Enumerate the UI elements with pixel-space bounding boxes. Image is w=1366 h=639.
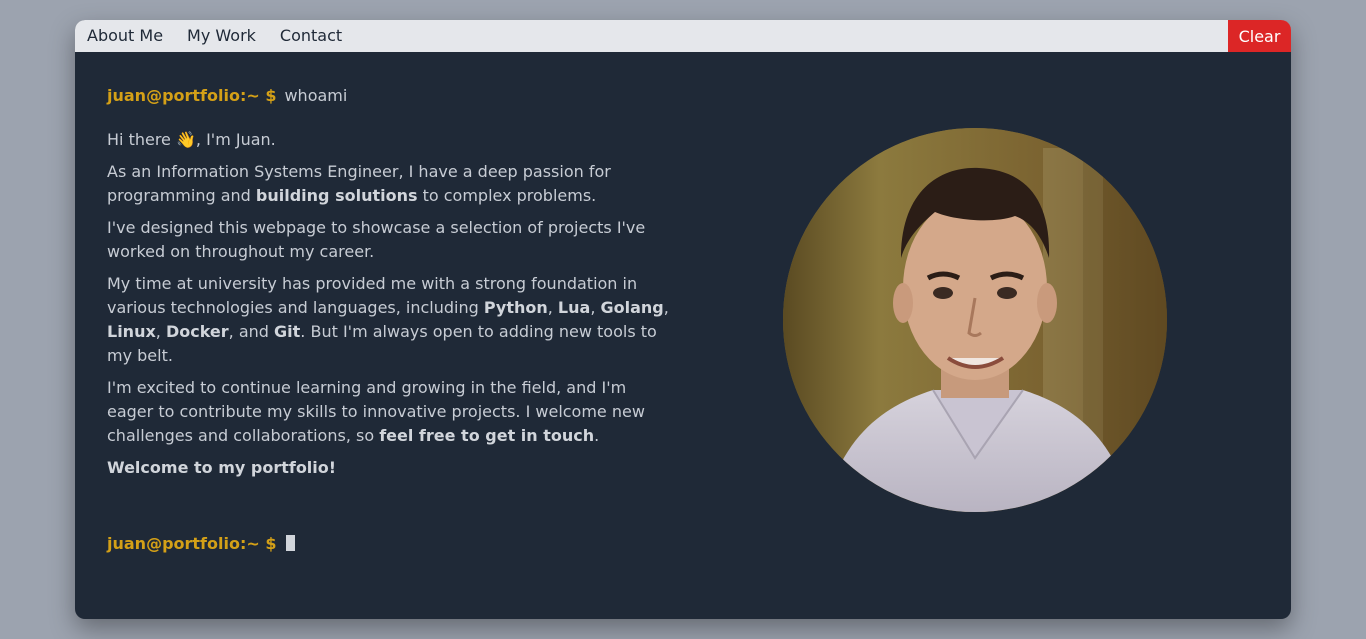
command-line: juan@portfolio:~ $ whoami <box>107 84 677 108</box>
prompt: juan@portfolio:~ $ <box>107 86 277 105</box>
intro-text: Hi there 👋, I'm Juan. <box>107 130 276 149</box>
menu-bar: About Me My Work Contact Clear <box>75 20 1291 52</box>
skills-text: My time at university has provided me wi… <box>107 274 669 365</box>
input-line[interactable]: juan@portfolio:~ $ <box>107 532 296 556</box>
terminal-output: juan@portfolio:~ $ whoami Hi there 👋, I'm… <box>107 84 677 488</box>
terminal-window: About Me My Work Contact Clear juan@port… <box>75 20 1291 619</box>
welcome-text: Welcome to my portfolio! <box>107 458 337 477</box>
profile-photo-illustration <box>783 128 1167 512</box>
menu-item-contact[interactable]: Contact <box>268 20 354 52</box>
menu-item-about-me[interactable]: About Me <box>75 20 175 52</box>
contact-invite-text: I'm excited to continue learning and gro… <box>107 378 645 445</box>
command-text: whoami <box>284 86 348 105</box>
clear-button[interactable]: Clear <box>1228 20 1291 52</box>
passion-text: As an Information Systems Engineer, I ha… <box>107 162 611 205</box>
menu-item-my-work[interactable]: My Work <box>175 20 268 52</box>
showcase-text: I've designed this webpage to showcase a… <box>107 218 646 261</box>
text-cursor <box>286 535 296 551</box>
prompt: juan@portfolio:~ $ <box>107 534 277 553</box>
profile-photo <box>783 128 1167 512</box>
